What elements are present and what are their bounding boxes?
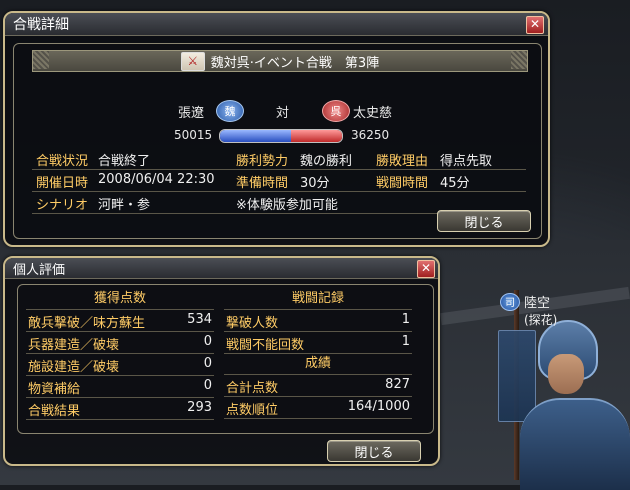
- character-name: 陸空: [524, 296, 551, 311]
- stat-row: 合戦結果 293: [26, 398, 214, 420]
- close-icon[interactable]: ✕: [526, 16, 544, 34]
- value-battle-time: 45分: [440, 176, 470, 191]
- score-row: 50015 36250: [14, 126, 541, 144]
- points-column: 獲得点数 敵兵撃破／味方蘇生 534 兵器建造／破壊 0 施設建造／破壊 0 物…: [26, 289, 214, 420]
- stat-row: 戦闘不能回数 1: [224, 332, 412, 354]
- stat-label: 合戦結果: [28, 404, 81, 419]
- battle-record-header: 戦闘記録: [224, 289, 412, 310]
- stat-value: 827: [385, 377, 410, 392]
- stat-row: 兵器建造／破壊 0: [26, 332, 214, 354]
- label-result-reason: 勝敗理由: [376, 154, 429, 169]
- crossed-swords-icon: ⚔: [180, 51, 205, 71]
- wu-power-fill: [290, 130, 342, 142]
- stat-label: 敵兵撃破／味方蘇生: [28, 316, 146, 331]
- battle-detail-title: 合戦詳細: [5, 13, 548, 36]
- close-icon[interactable]: ✕: [417, 260, 435, 278]
- player-character[interactable]: [520, 320, 630, 490]
- stat-row: 点数順位 164/1000: [224, 397, 412, 419]
- stat-label: 点数順位: [226, 403, 279, 418]
- stat-value: 0: [203, 378, 212, 393]
- battle-record-column: 戦闘記録 撃破人数 1 戦闘不能回数 1 成績 合計点数 827 点数順位 16…: [224, 289, 412, 419]
- value-battle-status: 合戦終了: [98, 154, 151, 169]
- stat-value: 1: [401, 334, 410, 349]
- stat-row: 物資補給 0: [26, 376, 214, 398]
- battle-banner-title: 魏対呉·イベント合戦 第3陣: [210, 55, 380, 71]
- stat-label: 撃破人数: [226, 316, 279, 331]
- info-row: 開催日時 2008/06/04 22:30 準備時間 30分 戦闘時間 45分: [32, 170, 526, 192]
- right-score: 36250: [351, 128, 390, 142]
- personal-eval-title: 個人評価: [5, 258, 438, 279]
- character-nameplate: 司 陸空 (探花): [500, 292, 610, 328]
- stat-label: 施設建造／破壊: [28, 360, 120, 375]
- character-face: [548, 354, 584, 394]
- value-scenario: 河畔・参: [98, 198, 151, 213]
- stat-value: 164/1000: [347, 399, 410, 414]
- label-date: 開催日時: [36, 176, 89, 191]
- left-score: 50015: [174, 128, 213, 142]
- points-header: 獲得点数: [26, 289, 214, 310]
- label-battle-status: 合戦状況: [36, 154, 89, 169]
- stat-value: 1: [401, 312, 410, 327]
- banner-hatch-right: [511, 51, 527, 69]
- stat-value: 293: [187, 400, 212, 415]
- value-date: 2008/06/04 22:30: [98, 172, 215, 187]
- battle-banner: ⚔ 魏対呉·イベント合戦 第3陣: [32, 50, 528, 72]
- stat-value: 0: [203, 356, 212, 371]
- character-body: [520, 398, 630, 490]
- wei-power-fill: [220, 130, 291, 142]
- label-scenario: シナリオ: [36, 198, 89, 213]
- label-winning-force: 勝利勢力: [236, 154, 289, 169]
- value-winning-force: 魏の勝利: [300, 154, 353, 169]
- stat-label: 物資補給: [28, 382, 81, 397]
- wei-emblem-icon: 魏: [216, 100, 244, 122]
- wu-emblem-icon: 呉: [322, 100, 350, 122]
- info-row: 合戦状況 合戦終了 勝利勢力 魏の勝利 勝敗理由 得点先取: [32, 148, 526, 170]
- label-prep-time: 準備時間: [236, 176, 289, 191]
- label-battle-time: 戦闘時間: [376, 176, 429, 191]
- trial-note: ※体験版参加可能: [236, 198, 338, 213]
- personal-eval-panel: 獲得点数 敵兵撃破／味方蘇生 534 兵器建造／破壊 0 施設建造／破壊 0 物…: [17, 284, 434, 434]
- personal-eval-window: 個人評価 ✕ 獲得点数 敵兵撃破／味方蘇生 534 兵器建造／破壊 0 施設建造…: [3, 256, 440, 466]
- stat-row: 敵兵撃破／味方蘇生 534: [26, 310, 214, 332]
- close-button[interactable]: 閉じる: [327, 440, 421, 462]
- results-header: 成績: [224, 354, 412, 375]
- stat-row: 合計点数 827: [224, 375, 412, 397]
- stat-value: 0: [203, 334, 212, 349]
- right-general: 太史慈: [353, 106, 393, 121]
- stat-row: 撃破人数 1: [224, 310, 412, 332]
- value-result-reason: 得点先取: [440, 154, 493, 169]
- stat-label: 合計点数: [226, 381, 279, 396]
- banner-hatch-left: [33, 51, 49, 69]
- versus-row: 張遼 魏 対 呉 太史慈: [14, 100, 541, 122]
- stat-label: 兵器建造／破壊: [28, 338, 120, 353]
- character-title: (探花): [524, 313, 558, 327]
- left-general: 張遼: [178, 106, 205, 121]
- close-button[interactable]: 閉じる: [437, 210, 531, 232]
- stat-value: 534: [187, 312, 212, 327]
- value-prep-time: 30分: [300, 176, 330, 191]
- battle-detail-window: 合戦詳細 ✕ ⚔ 魏対呉·イベント合戦 第3陣 張遼 魏 対 呉 太史慈 500…: [3, 11, 550, 247]
- versus-label: 対: [276, 106, 290, 121]
- stat-row: 施設建造／破壊 0: [26, 354, 214, 376]
- stat-label: 戦闘不能回数: [226, 338, 305, 353]
- battle-info-grid: 合戦状況 合戦終了 勝利勢力 魏の勝利 勝敗理由 得点先取 開催日時 2008/…: [32, 148, 526, 214]
- faction-emblem-icon: 司: [500, 292, 520, 311]
- power-balance-bar: [219, 129, 343, 143]
